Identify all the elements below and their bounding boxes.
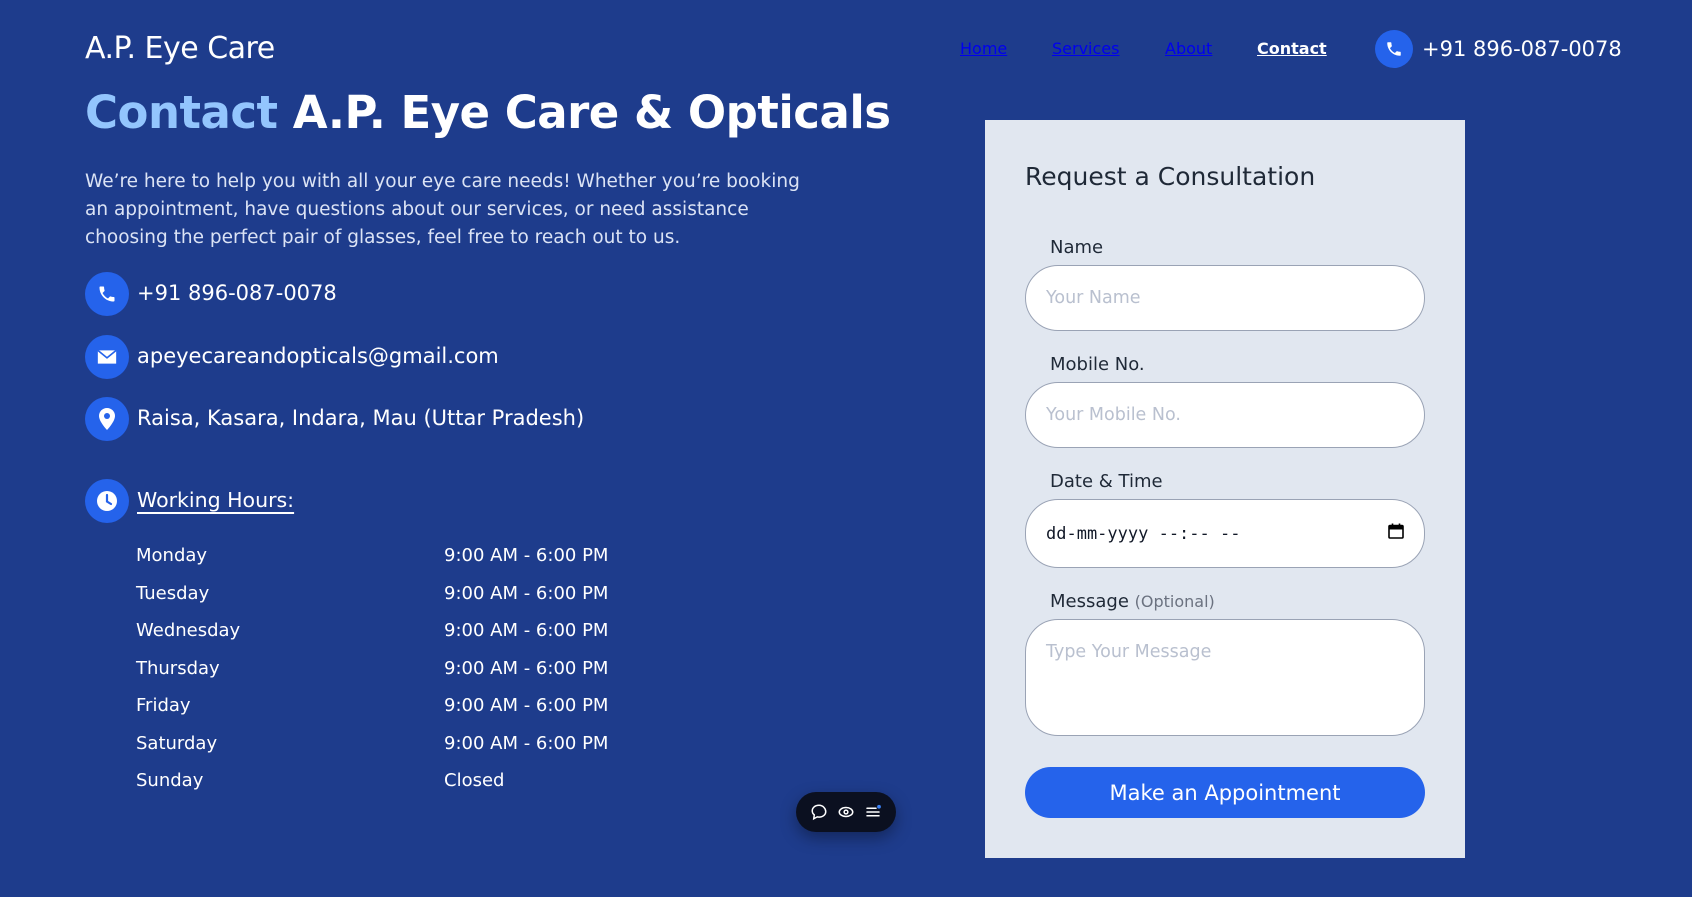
map-pin-icon <box>85 397 129 441</box>
floating-toolbar <box>796 792 896 832</box>
message-optional-hint: (Optional) <box>1134 592 1215 611</box>
intro-text: We’re here to help you with all your eye… <box>85 171 800 248</box>
menu-icon[interactable] <box>864 803 882 821</box>
page-title: Contact A.P. Eye Care & Opticals <box>85 86 891 139</box>
clock-icon <box>85 479 129 523</box>
datetime-value: dd-mm-yyyy --:-- -- <box>1046 523 1241 544</box>
hours-time: 9:00 AM - 6:00 PM <box>444 658 609 679</box>
hours-day: Monday <box>136 545 208 566</box>
message-textarea[interactable] <box>1025 619 1425 736</box>
hours-time: Closed <box>444 770 505 791</box>
hours-day: Saturday <box>136 733 218 754</box>
nav-about[interactable]: About <box>1165 39 1212 58</box>
hours-time: 9:00 AM - 6:00 PM <box>444 545 609 566</box>
contact-phone[interactable]: +91 896-087-0078 <box>137 281 337 305</box>
working-hours-title: Working Hours: <box>137 488 295 512</box>
brand-logo[interactable]: A.P. Eye Care <box>85 31 275 66</box>
contact-email[interactable]: apeyecareandopticals@gmail.com <box>137 344 499 368</box>
header-phone-number[interactable]: +91 896-087-0078 <box>1422 37 1622 61</box>
datetime-input[interactable]: dd-mm-yyyy --:-- -- <box>1025 499 1425 568</box>
make-appointment-button[interactable]: Make an Appointment <box>1025 767 1425 818</box>
mobile-input[interactable] <box>1025 382 1425 448</box>
mobile-label: Mobile No. <box>1050 354 1145 375</box>
message-label: Message (Optional) <box>1050 591 1215 612</box>
title-rest: A.P. Eye Care & Opticals <box>292 86 891 139</box>
hours-day: Wednesday <box>136 620 241 641</box>
comment-icon[interactable] <box>810 803 828 821</box>
name-label: Name <box>1050 237 1104 258</box>
contact-address: Raisa, Kasara, Indara, Mau (Uttar Prades… <box>137 406 585 430</box>
message-label-text: Message <box>1050 591 1129 612</box>
form-title: Request a Consultation <box>1025 162 1316 191</box>
name-input[interactable] <box>1025 265 1425 331</box>
calendar-icon[interactable] <box>1388 523 1404 544</box>
nav-services[interactable]: Services <box>1052 39 1119 58</box>
header-phone-icon[interactable] <box>1375 30 1413 68</box>
title-accent: Contact <box>85 86 278 139</box>
phone-icon <box>85 272 129 316</box>
envelope-icon <box>85 335 129 379</box>
nav-home[interactable]: Home <box>960 39 1007 58</box>
nav-contact[interactable]: Contact <box>1257 39 1327 58</box>
hours-day: Tuesday <box>136 583 210 604</box>
hours-day: Sunday <box>136 770 204 791</box>
hours-time: 9:00 AM - 6:00 PM <box>444 733 609 754</box>
eye-icon[interactable] <box>837 803 855 821</box>
datetime-label: Date & Time <box>1050 471 1163 492</box>
hours-time: 9:00 AM - 6:00 PM <box>444 620 609 641</box>
hours-day: Thursday <box>136 658 220 679</box>
hours-day: Friday <box>136 695 191 716</box>
hours-time: 9:00 AM - 6:00 PM <box>444 695 609 716</box>
hours-time: 9:00 AM - 6:00 PM <box>444 583 609 604</box>
